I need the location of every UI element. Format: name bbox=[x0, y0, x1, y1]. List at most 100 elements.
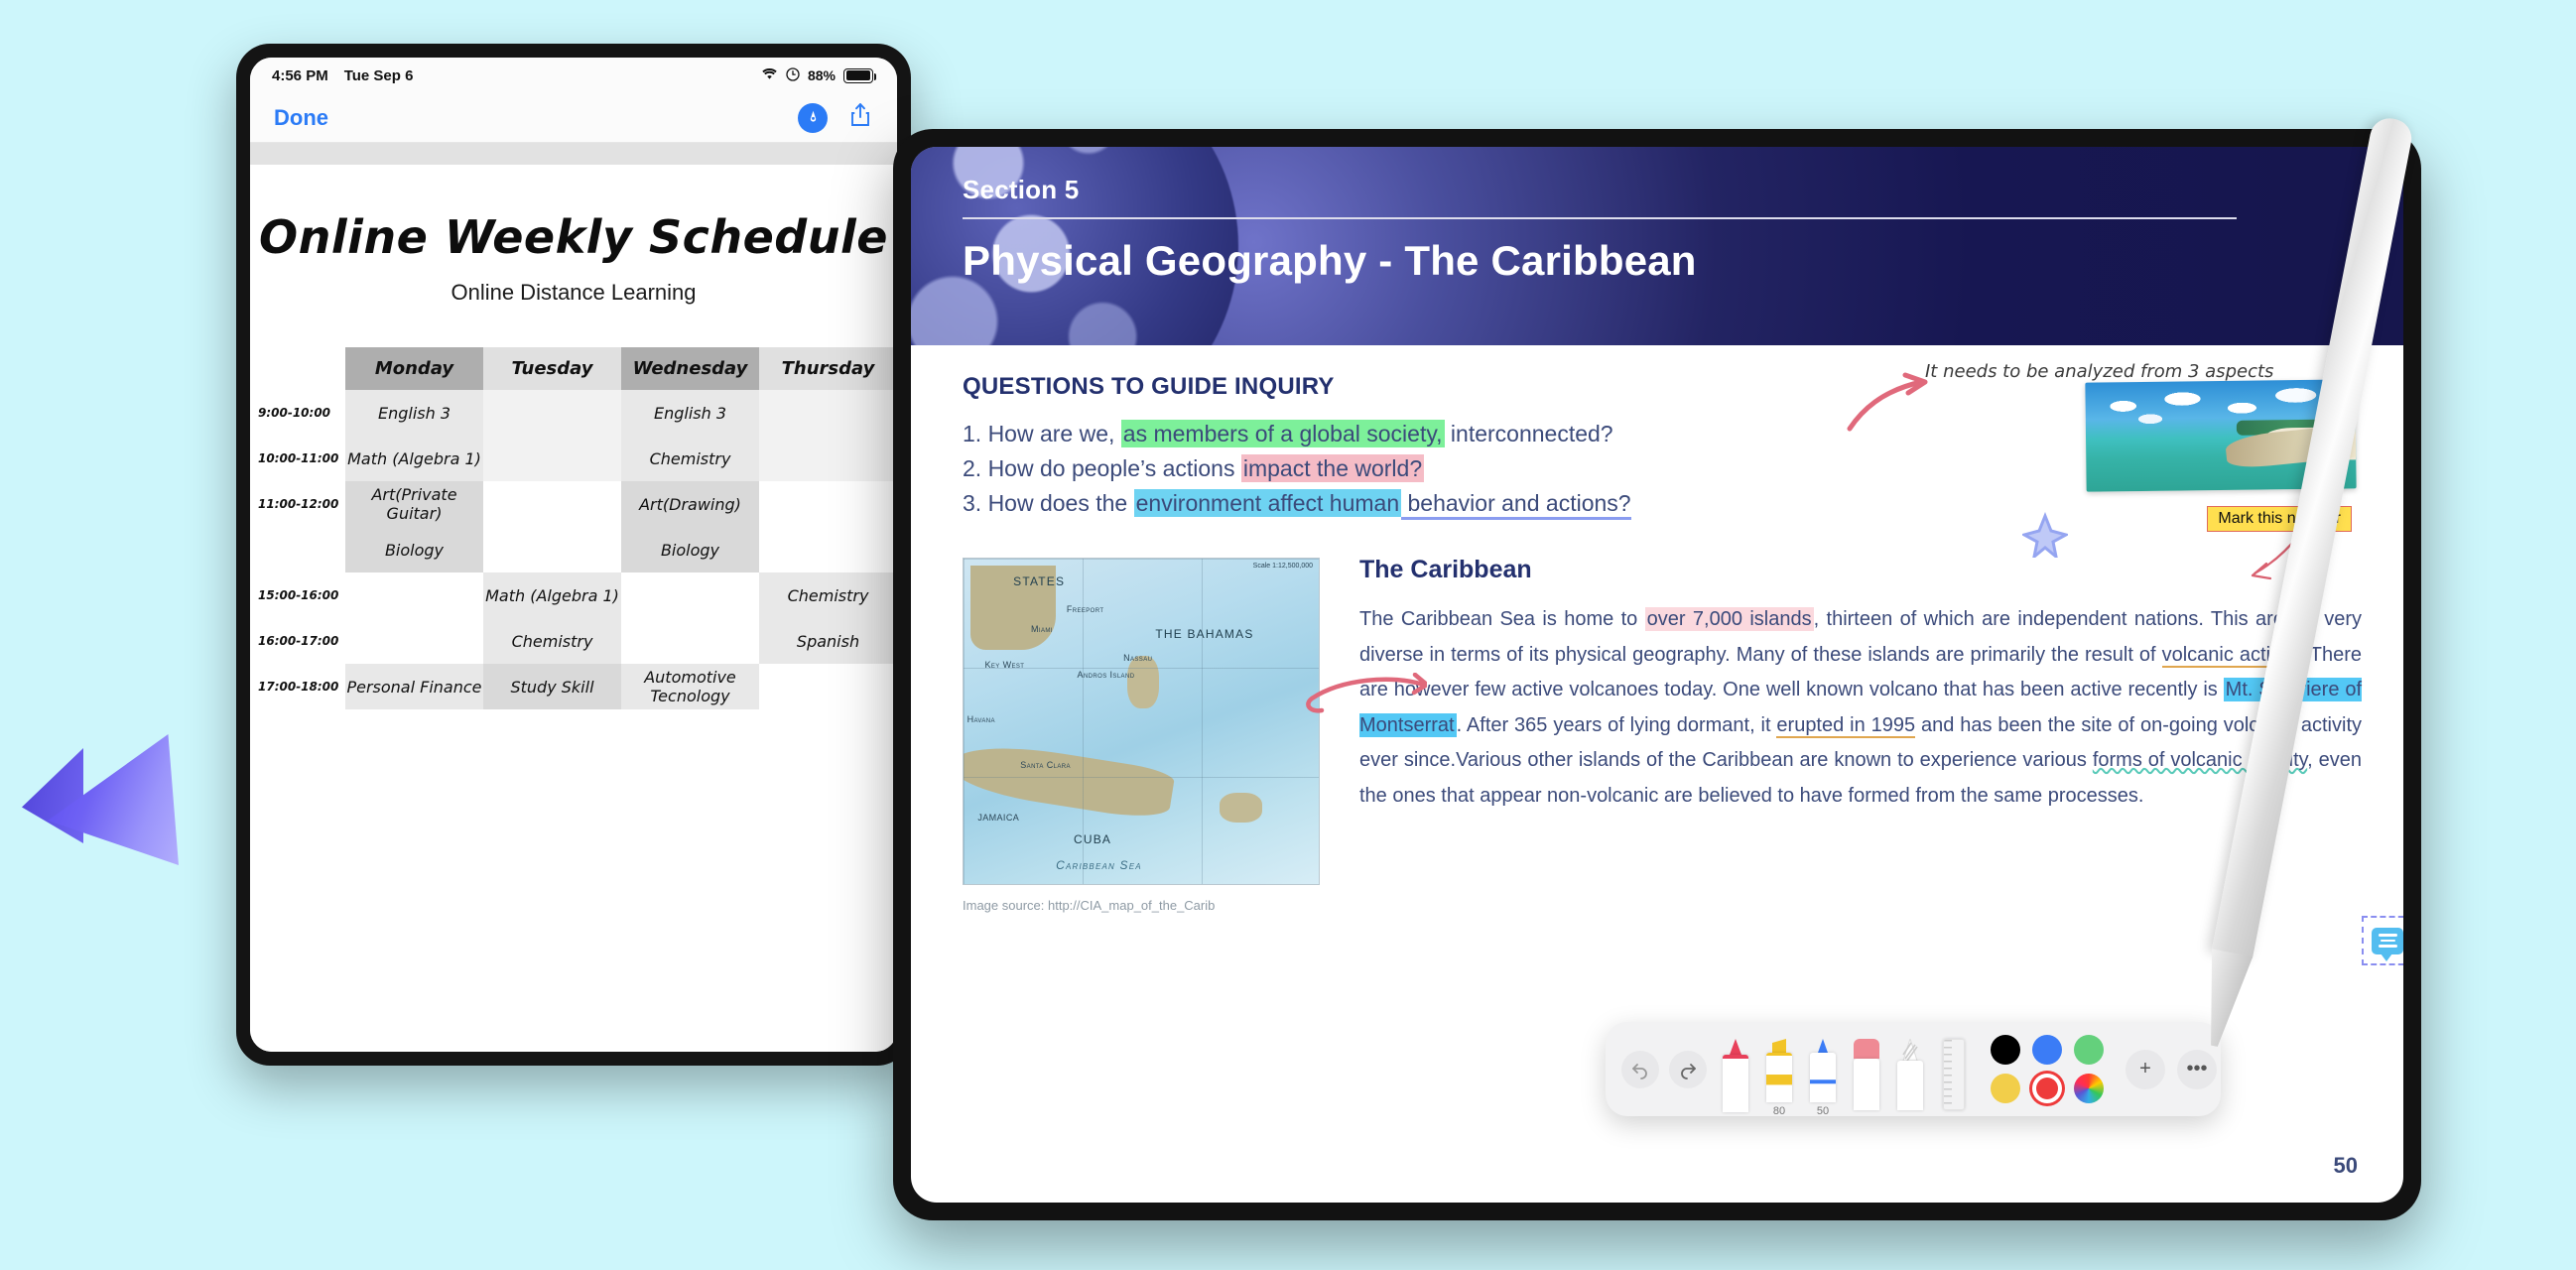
cell-thu-4 bbox=[759, 527, 897, 572]
add-tool-button[interactable]: + bbox=[2125, 1049, 2165, 1089]
map-label-miami: Miami bbox=[1031, 623, 1053, 634]
time-label: 10:00-11:00 bbox=[258, 451, 339, 465]
wifi-icon bbox=[761, 67, 778, 83]
comment-bubble-icon bbox=[2372, 927, 2403, 961]
q1-highlight: as members of a global society, bbox=[1120, 420, 1445, 447]
share-icon[interactable] bbox=[849, 102, 871, 133]
article-column: The Caribbean The Caribbean Sea is home … bbox=[1359, 556, 2362, 815]
cell-mon-2: Math (Algebra 1) bbox=[345, 436, 483, 481]
cell-thu-1 bbox=[759, 390, 897, 436]
cell-thu-5: Chemistry bbox=[759, 572, 897, 618]
cell-tue-1 bbox=[483, 390, 621, 436]
markup-pen-icon[interactable] bbox=[798, 102, 828, 133]
color-swatch-green[interactable] bbox=[2074, 1035, 2104, 1065]
color-swatch-blue[interactable] bbox=[2032, 1035, 2062, 1065]
cell-tue-6: Chemistry bbox=[483, 618, 621, 664]
map-label-bahamas: THE BAHAMAS bbox=[1155, 626, 1254, 641]
art-highlight-islands: over 7,000 islands bbox=[1644, 607, 1814, 631]
image-source-caption: Image source: http://CIA_map_of_the_Cari… bbox=[963, 898, 1216, 913]
q2-highlight: impact the world? bbox=[1240, 453, 1425, 482]
cell-mon-4: Biology bbox=[345, 527, 483, 572]
map-label-havana: Havana bbox=[966, 714, 995, 725]
more-options-button[interactable]: ••• bbox=[2177, 1049, 2217, 1089]
header-divider bbox=[963, 217, 2238, 219]
table-row: 9:00-10:00 English 3 English 3 bbox=[250, 390, 897, 436]
battery-percent: 88% bbox=[807, 67, 836, 83]
map-label-jamaica: JAMAICA bbox=[977, 812, 1020, 823]
toolbar-actions: + ••• bbox=[2125, 1049, 2217, 1089]
tool-pencil[interactable] bbox=[1895, 1039, 1925, 1116]
q2-pre: 2. How do people’s actions bbox=[963, 454, 1241, 481]
redo-icon[interactable] bbox=[1669, 1050, 1707, 1088]
time-label: 15:00-16:00 bbox=[258, 588, 339, 602]
cell-mon-5 bbox=[345, 572, 483, 618]
status-time: 4:56 PM bbox=[272, 66, 328, 84]
map-label-states: STATES bbox=[1013, 574, 1066, 589]
q3-post: behavior and actions? bbox=[1401, 489, 1631, 520]
left-tablet-screen: 4:56 PM Tue Sep 6 88% Done Online Weekly… bbox=[250, 58, 897, 1052]
map-label-keywest: Key West bbox=[984, 659, 1025, 670]
handwritten-note-top: It needs to be analyzed from 3 aspects bbox=[1925, 361, 2274, 382]
day-header-wednesday: Wednesday bbox=[621, 347, 759, 390]
table-header-row: Monday Tuesday Wednesday Thursday bbox=[250, 347, 897, 390]
color-swatch-red[interactable] bbox=[2032, 1074, 2062, 1103]
color-swatch-black[interactable] bbox=[1991, 1035, 2020, 1065]
tool-blue-pen[interactable]: 50 bbox=[1808, 1039, 1838, 1117]
undo-icon[interactable] bbox=[1621, 1050, 1659, 1088]
table-row: 11:00-12:00 Art(Private Guitar) Art(Draw… bbox=[250, 481, 897, 527]
schedule-document: Online Weekly Schedule Online Distance L… bbox=[250, 165, 897, 1052]
time-label bbox=[250, 527, 345, 572]
right-tablet-device: Section 5 Physical Geography - The Carib… bbox=[893, 129, 2421, 1220]
right-tablet-screen: Section 5 Physical Geography - The Carib… bbox=[911, 147, 2403, 1203]
table-row: Biology Biology bbox=[250, 527, 897, 572]
decorative-cone bbox=[48, 734, 179, 865]
cell-mon-1: English 3 bbox=[345, 390, 483, 436]
cell-wed-2: Chemistry bbox=[621, 436, 759, 481]
cell-tue-4 bbox=[483, 527, 621, 572]
scene-root: 4:56 PM Tue Sep 6 88% Done Online Weekly… bbox=[0, 0, 2576, 1270]
cell-thu-2 bbox=[759, 436, 897, 481]
done-button[interactable]: Done bbox=[274, 105, 328, 131]
tool-ruler[interactable] bbox=[1939, 1039, 1969, 1116]
q3-highlight: environment affect human bbox=[1133, 488, 1402, 517]
time-label: 17:00-18:00 bbox=[258, 680, 339, 694]
day-header-thursday: Thursday bbox=[759, 347, 897, 390]
time-label: 16:00-17:00 bbox=[258, 634, 339, 648]
art-s4: . After 365 years of lying dormant, it bbox=[1456, 713, 1777, 736]
cell-wed-3: Art(Drawing) bbox=[621, 481, 759, 527]
tool-eraser[interactable] bbox=[1852, 1039, 1881, 1116]
map-label-andros: Andros Island bbox=[1077, 669, 1135, 680]
cell-thu-7 bbox=[759, 664, 897, 709]
cell-wed-5 bbox=[621, 572, 759, 618]
undo-redo-group bbox=[1621, 1050, 1707, 1088]
battery-icon bbox=[843, 67, 876, 83]
comment-annotation-box[interactable] bbox=[2362, 916, 2403, 965]
page-title: Online Weekly Schedule bbox=[259, 210, 888, 264]
map-label-freeport: Freeport bbox=[1066, 603, 1104, 614]
art-s1: The Caribbean Sea is home to bbox=[1359, 608, 1645, 630]
map-scale-label: Scale 1:12,500,000 bbox=[1252, 563, 1313, 570]
cell-wed-6 bbox=[621, 618, 759, 664]
question-3: 3. How does the environment affect human… bbox=[963, 486, 2354, 521]
section-label: Section 5 bbox=[963, 175, 1080, 204]
tool-strip bbox=[250, 143, 897, 165]
q1-post: interconnected? bbox=[1444, 421, 1613, 446]
article-heading: The Caribbean bbox=[1359, 556, 1532, 583]
cell-mon-7: Personal Finance bbox=[345, 664, 483, 709]
map-label-caribbean-sea: Caribbean Sea bbox=[1056, 857, 1142, 872]
cell-wed-7: Automotive Tecnology bbox=[621, 664, 759, 709]
markup-toolbar[interactable]: 80 50 + ••• bbox=[1606, 1022, 2221, 1117]
pen-tools-group: 80 50 bbox=[1721, 1022, 1969, 1117]
tool-red-pen[interactable] bbox=[1721, 1039, 1750, 1116]
tool-size-blue: 50 bbox=[1816, 1105, 1830, 1117]
cell-mon-3: Art(Private Guitar) bbox=[345, 481, 483, 527]
cell-wed-4: Biology bbox=[621, 527, 759, 572]
cell-thu-3 bbox=[759, 481, 897, 527]
table-row: 15:00-16:00 Math (Algebra 1) Chemistry bbox=[250, 572, 897, 618]
color-swatch-yellow[interactable] bbox=[1991, 1074, 2020, 1103]
tool-yellow-highlighter[interactable]: 80 bbox=[1764, 1039, 1794, 1117]
red-arrow-to-soufriere bbox=[1298, 672, 1430, 733]
color-swatch-wheel[interactable] bbox=[2074, 1074, 2104, 1103]
status-date: Tue Sep 6 bbox=[343, 66, 414, 84]
map-label-nassau: Nassau bbox=[1123, 653, 1153, 664]
